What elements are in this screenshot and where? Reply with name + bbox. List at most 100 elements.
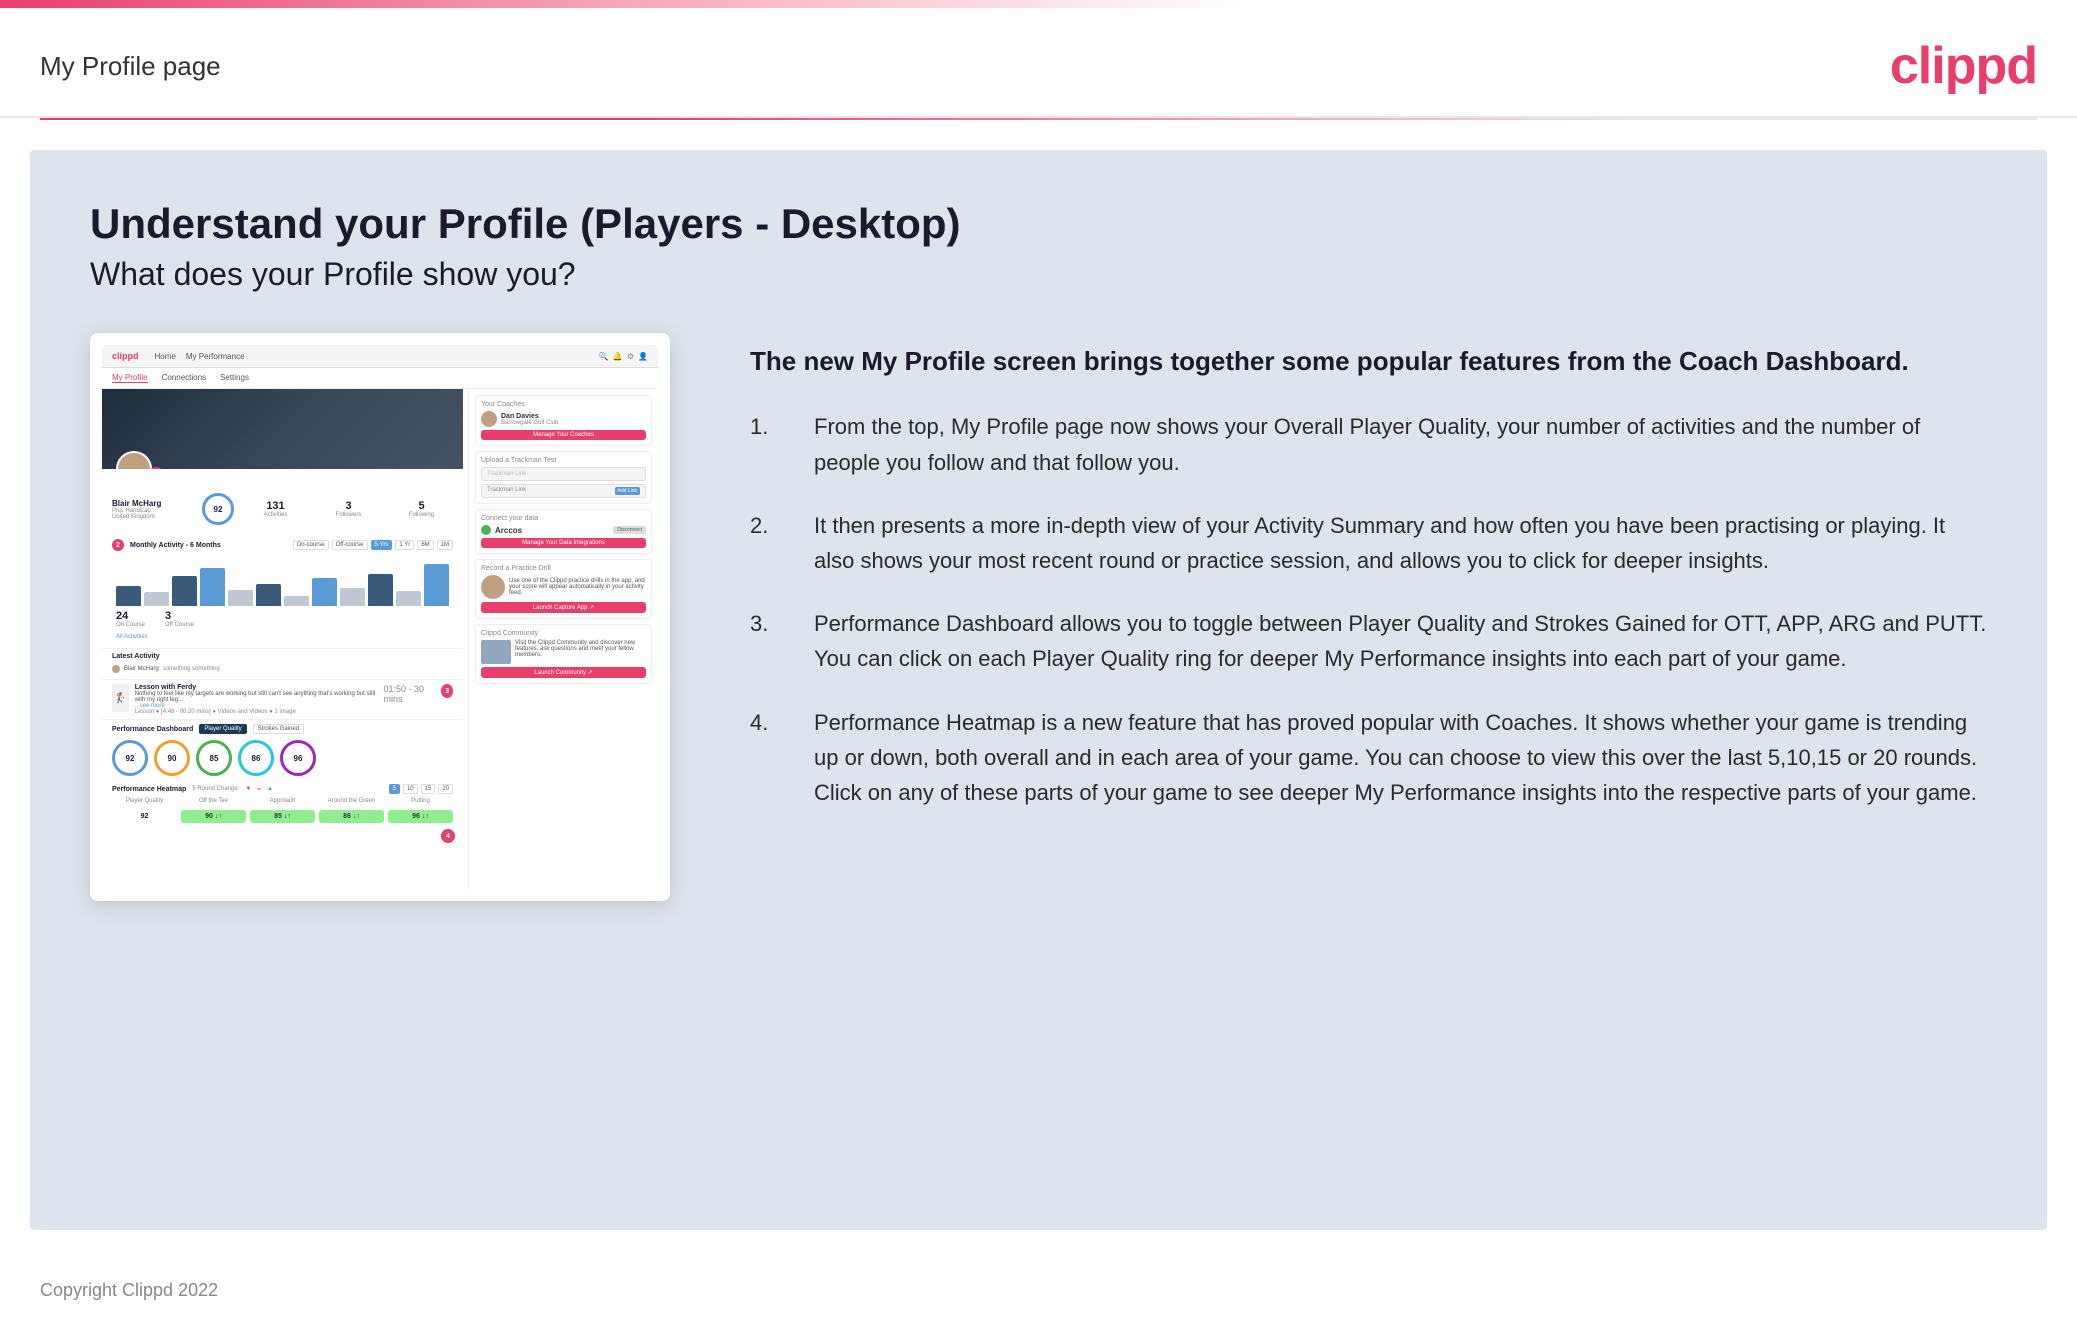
subnav-settings[interactable]: Settings: [220, 373, 249, 383]
activity-bar-chart: [112, 556, 453, 606]
community-img: [481, 640, 511, 664]
bar-5: [228, 590, 253, 606]
heatmap-atg[interactable]: 86 ↓↑: [319, 810, 384, 823]
trend-line: ━: [257, 786, 261, 793]
activity-text: Blair McHarg: [124, 666, 159, 672]
heatmap-label: Performance Heatmap: [112, 786, 186, 793]
toggle-on-course[interactable]: On-course: [293, 540, 329, 550]
heatmap-20[interactable]: 20: [438, 784, 453, 794]
heatmap-header-putt: Putting: [388, 798, 453, 804]
lesson-badge: 3: [441, 684, 453, 698]
trackman-input[interactable]: Trackman Link: [481, 467, 646, 481]
following-lbl: Following: [390, 512, 453, 518]
activities-val: 131: [244, 500, 307, 512]
all-activities-link[interactable]: All Activities: [112, 632, 453, 642]
following-val: 5: [390, 500, 453, 512]
heatmap-15[interactable]: 15: [421, 784, 436, 794]
ring-around-green[interactable]: 86: [238, 740, 274, 776]
disconnect-btn[interactable]: Disconnect: [613, 526, 646, 534]
toggle-1m[interactable]: 1M: [437, 540, 453, 550]
lesson-icon: 🏌: [112, 684, 129, 712]
ring-putting[interactable]: 96: [280, 740, 316, 776]
profile-name: Blair McHarg: [112, 499, 192, 508]
heatmap-rounds-label: 5 Round Change:: [192, 786, 239, 792]
bar-3: [172, 576, 197, 606]
drill-text: Use one of the Clippd practice drills in…: [509, 578, 646, 596]
ring-overall[interactable]: 92: [112, 740, 148, 776]
heatmap-header-pq: Player Quality: [112, 798, 177, 804]
perf-header-row: Performance Dashboard Player Quality Str…: [102, 720, 463, 736]
launch-capture-btn[interactable]: Launch Capture App ↗: [481, 602, 646, 613]
heatmap-header-ott: Off the Tee: [181, 798, 246, 804]
badge-4-row: 4: [102, 827, 463, 845]
trend-up: ▲: [267, 786, 273, 792]
profile-banner: 1: [102, 389, 463, 469]
ring-approach[interactable]: 85: [196, 740, 232, 776]
subnav-profile[interactable]: My Profile: [112, 373, 148, 383]
heatmap-app[interactable]: 85 ↓↑: [250, 810, 315, 823]
list-item-2: It then presents a more in-depth view of…: [750, 508, 1987, 578]
followers-val: 3: [317, 500, 380, 512]
player-quality-toggle[interactable]: Player Quality: [199, 724, 246, 734]
intro-bold-text: The new My Profile screen brings togethe…: [750, 343, 1987, 379]
trackman-box: Upload a Trackman Test Trackman Link Tra…: [475, 451, 652, 504]
strokes-gained-toggle[interactable]: Strokes Gained: [253, 724, 304, 734]
footer: Copyright Clippd 2022: [0, 1260, 2077, 1321]
bar-2: [144, 592, 169, 606]
lesson-meta: Lesson ● [4:48 - 00:20 mins] ● Videos an…: [135, 709, 378, 715]
lesson-time: 01:50 - 30 mins: [383, 684, 435, 715]
list-item-3: Performance Dashboard allows you to togg…: [750, 606, 1987, 676]
performance-rings: 92 90 85 86 96: [102, 736, 463, 780]
toggle-6m[interactable]: 6M: [417, 540, 433, 550]
heatmap-col-headers: Player Quality Off the Tee Approach Arou…: [102, 796, 463, 806]
activities-lbl: Activities: [244, 512, 307, 518]
followers-lbl: Followers: [317, 512, 380, 518]
toggle-5yrs[interactable]: 5 Yrs: [371, 540, 393, 550]
ring-off-tee[interactable]: 90: [154, 740, 190, 776]
arccos-row: Arccos Disconnect: [481, 525, 646, 535]
community-box: Clippd Community Visit the Clippd Commun…: [475, 624, 652, 684]
heatmap-10[interactable]: 10: [403, 784, 418, 794]
heatmap-putt[interactable]: 96 ↓↑: [388, 810, 453, 823]
two-column-layout: clippd Home My Performance 🔍 🔔 ⚙ 👤 My Pr…: [90, 333, 1987, 901]
bar-7: [284, 596, 309, 606]
on-course-lbl: On Course: [116, 622, 145, 628]
trackman-add-btn[interactable]: Add Link: [615, 487, 640, 495]
coach-name: Dan Davies: [501, 413, 558, 420]
community-content: Visit the Clippd Community and discover …: [481, 640, 646, 664]
activity-row-1: Blair McHarg something something: [112, 663, 453, 675]
quality-ring[interactable]: 92: [202, 493, 234, 525]
toggle-off-course[interactable]: Off-course: [332, 540, 368, 550]
lesson-info: Lesson with Ferdy Nothing to feel like m…: [135, 684, 378, 715]
coaches-title: Your Coaches: [481, 401, 646, 408]
heatmap-5[interactable]: 5: [389, 784, 400, 794]
main-heading: Understand your Profile (Players - Deskt…: [90, 200, 1987, 248]
following-stat: 5 Following: [390, 500, 453, 518]
manage-integrations-btn[interactable]: Manage Your Data Integrations: [481, 538, 646, 548]
toggle-1yr[interactable]: 1 Yr: [395, 540, 414, 550]
activity-section: 2 Monthly Activity - 6 Months On-course …: [102, 533, 463, 649]
bar-12: [424, 564, 449, 606]
coach-club: Barrowgate Golf Club: [501, 420, 558, 426]
heatmap-pq[interactable]: 92: [112, 810, 177, 823]
list-item-3-text: Performance Dashboard allows you to togg…: [814, 606, 1987, 676]
off-course-stat: 3 Off Course: [165, 610, 194, 628]
banner-image: [102, 389, 463, 469]
copyright: Copyright Clippd 2022: [40, 1280, 218, 1300]
user-icon: 👤: [638, 352, 648, 361]
main-col-inner: 1 Blair McHarg Plus Handicap United King…: [102, 389, 463, 845]
trend-down: ▼: [245, 786, 251, 792]
bell-icon: 🔔: [613, 352, 623, 361]
drill-box: Record a Practice Drill Use one of the C…: [475, 559, 652, 619]
manage-coaches-btn[interactable]: Manage Your Coaches: [481, 430, 646, 440]
profile-location: United Kingdom: [112, 514, 192, 520]
heatmap-ott[interactable]: 90 ↓↑: [181, 810, 246, 823]
on-off-row: 24 On Course 3 Off Course: [112, 606, 453, 632]
launch-community-btn[interactable]: Launch Community ↗: [481, 667, 646, 678]
header-divider: [40, 118, 2037, 120]
text-column: The new My Profile screen brings togethe…: [750, 333, 1987, 838]
subnav-connections[interactable]: Connections: [162, 373, 206, 383]
coach-info: Dan Davies Barrowgate Golf Club: [501, 413, 558, 426]
mockup-column: clippd Home My Performance 🔍 🔔 ⚙ 👤 My Pr…: [90, 333, 670, 901]
trackman-title: Upload a Trackman Test: [481, 457, 646, 464]
